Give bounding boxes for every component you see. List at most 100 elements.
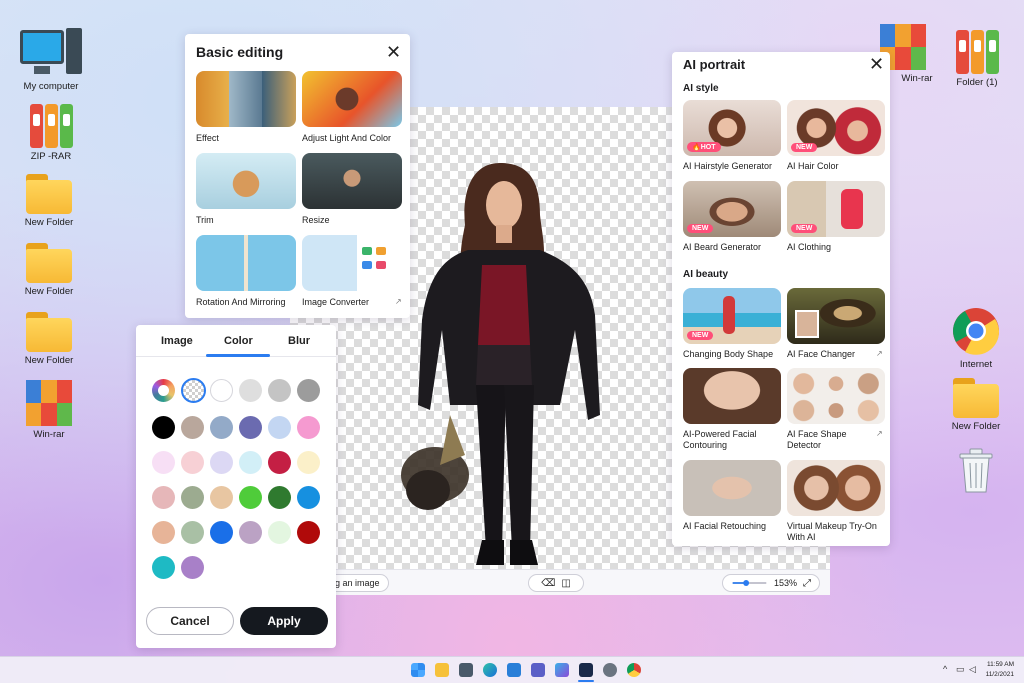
color-swatch[interactable] xyxy=(210,521,233,544)
desktop-icon-label: Folder (1) xyxy=(956,77,998,88)
tool-thumb-effect[interactable] xyxy=(196,71,296,127)
color-swatch[interactable] xyxy=(181,556,204,579)
chrome-icon xyxy=(953,308,1000,355)
tool-thumb-hair-color[interactable]: NEW xyxy=(787,100,885,156)
tool-thumb-clothing[interactable]: NEW xyxy=(787,181,885,237)
computer-icon xyxy=(20,28,82,78)
close-icon[interactable]: ✕ xyxy=(386,43,401,61)
tab-image[interactable]: Image xyxy=(161,335,193,347)
tool-label: AI Facial Retouching xyxy=(683,521,767,531)
taskbar: ^ ▭ ◁ 11:59 AM 11/2/2021 xyxy=(0,656,1024,683)
desktop-icon-internet[interactable]: Internet xyxy=(939,306,1013,370)
apply-button[interactable]: Apply xyxy=(240,607,328,635)
settings-icon[interactable] xyxy=(603,663,617,677)
color-swatch[interactable] xyxy=(297,451,320,474)
tool-label: Changing Body Shape xyxy=(683,349,774,359)
desktop-icon-label: Internet xyxy=(959,359,993,370)
tool-thumb-face-shape[interactable] xyxy=(787,368,885,424)
color-swatch[interactable] xyxy=(181,486,204,509)
color-swatch[interactable] xyxy=(239,416,262,439)
swatch-light-gray[interactable] xyxy=(239,379,262,402)
fit-screen-icon[interactable]: ⤢ xyxy=(803,578,811,589)
photos-icon[interactable] xyxy=(555,663,569,677)
clock-date[interactable]: 11/2/2021 xyxy=(984,671,1014,678)
color-swatch[interactable] xyxy=(297,521,320,544)
color-swatch[interactable] xyxy=(239,486,262,509)
edge-icon[interactable] xyxy=(483,663,497,677)
color-swatch[interactable] xyxy=(152,416,175,439)
clock-time[interactable]: 11:59 AM xyxy=(984,661,1014,668)
canvas-toolbar: ding an image ⌫ ◫ 153% ⤢ xyxy=(290,569,830,595)
swatch-dark-gray[interactable] xyxy=(297,379,320,402)
teams-icon[interactable] xyxy=(531,663,545,677)
tool-thumb-trim[interactable] xyxy=(196,153,296,209)
tool-label: AI Face Changer xyxy=(787,349,856,359)
tool-thumb-adjust-light[interactable] xyxy=(302,71,402,127)
tool-thumb-virtual-makeup[interactable] xyxy=(787,460,885,516)
tool-thumb-resize[interactable] xyxy=(302,153,402,209)
tool-thumb-facial-retouching[interactable] xyxy=(683,460,781,516)
color-swatch[interactable] xyxy=(181,451,204,474)
close-icon[interactable]: ✕ xyxy=(869,55,884,73)
desktop-icon-my-computer[interactable]: My computer xyxy=(14,28,88,92)
color-swatch[interactable] xyxy=(268,416,291,439)
tab-blur[interactable]: Blur xyxy=(288,335,310,347)
store-icon[interactable] xyxy=(507,663,521,677)
desktop-icon-folder-1[interactable]: Folder (1) xyxy=(940,26,1014,88)
tool-thumb-body-shape[interactable]: NEW xyxy=(683,288,781,344)
desktop-icon-new-folder-3[interactable]: New Folder xyxy=(12,312,86,366)
zoom-slider[interactable] xyxy=(731,579,768,587)
compare-icon[interactable]: ◫ xyxy=(561,578,570,589)
start-icon[interactable] xyxy=(411,663,425,677)
swatch-white[interactable] xyxy=(210,379,233,402)
eraser-icon[interactable]: ⌫ xyxy=(541,578,555,589)
color-swatch[interactable] xyxy=(181,416,204,439)
color-swatch[interactable] xyxy=(152,521,175,544)
desktop-icon-label: Win-rar xyxy=(901,73,933,84)
tool-thumb-facial-contouring[interactable] xyxy=(683,368,781,424)
color-swatch[interactable] xyxy=(152,451,175,474)
desktop-icon-zip-rar[interactable]: ZIP -RAR xyxy=(14,100,88,162)
tool-label: AI Hair Color xyxy=(787,161,839,171)
tool-thumb-hairstyle[interactable]: 🔥HOT xyxy=(683,100,781,156)
desktop-icon-new-folder-right[interactable]: New Folder xyxy=(939,378,1013,432)
zoom-value: 153% xyxy=(773,578,797,588)
color-swatch[interactable] xyxy=(297,486,320,509)
color-swatch[interactable] xyxy=(239,521,262,544)
swatch-transparent[interactable] xyxy=(181,378,206,403)
color-swatch[interactable] xyxy=(268,521,291,544)
binders-icon xyxy=(955,26,999,74)
tool-thumb-rotation[interactable] xyxy=(196,235,296,291)
desktop-icon-new-folder-2[interactable]: New Folder xyxy=(12,243,86,297)
color-swatch[interactable] xyxy=(268,451,291,474)
desktop-icon-label: New Folder xyxy=(951,421,1001,432)
color-swatch[interactable] xyxy=(210,416,233,439)
app-active-icon[interactable] xyxy=(579,663,593,677)
camera-icon[interactable] xyxy=(459,663,473,677)
file-explorer-icon[interactable] xyxy=(435,663,449,677)
swatch-gray[interactable] xyxy=(268,379,291,402)
desktop-icon-new-folder-1[interactable]: New Folder xyxy=(12,174,86,228)
volume-icon[interactable]: ◁ xyxy=(969,664,976,675)
color-swatch[interactable] xyxy=(268,486,291,509)
tab-color[interactable]: Color xyxy=(224,335,253,347)
color-swatch[interactable] xyxy=(210,451,233,474)
color-swatch[interactable] xyxy=(181,521,204,544)
color-swatch[interactable] xyxy=(210,486,233,509)
chrome-taskbar-icon[interactable] xyxy=(627,663,641,677)
tool-thumb-image-converter[interactable] xyxy=(302,235,402,291)
desktop-icon-win-rar[interactable]: Win-rar xyxy=(12,380,86,440)
color-swatch[interactable] xyxy=(297,416,320,439)
tool-thumb-beard[interactable]: NEW xyxy=(683,181,781,237)
basic-editing-panel: Basic editing ✕ Effect Adjust Light And … xyxy=(185,34,410,318)
color-swatch[interactable] xyxy=(152,556,175,579)
network-icon[interactable]: ▭ xyxy=(956,664,965,675)
color-swatch[interactable] xyxy=(239,451,262,474)
cancel-button[interactable]: Cancel xyxy=(146,607,234,635)
color-picker-icon[interactable] xyxy=(152,379,175,402)
basic-editing-title: Basic editing xyxy=(196,44,284,60)
tool-thumb-face-changer[interactable] xyxy=(787,288,885,344)
tray-chevron-icon[interactable]: ^ xyxy=(943,664,947,674)
desktop-icon-recycle-bin[interactable] xyxy=(939,446,1013,494)
color-swatch[interactable] xyxy=(152,486,175,509)
